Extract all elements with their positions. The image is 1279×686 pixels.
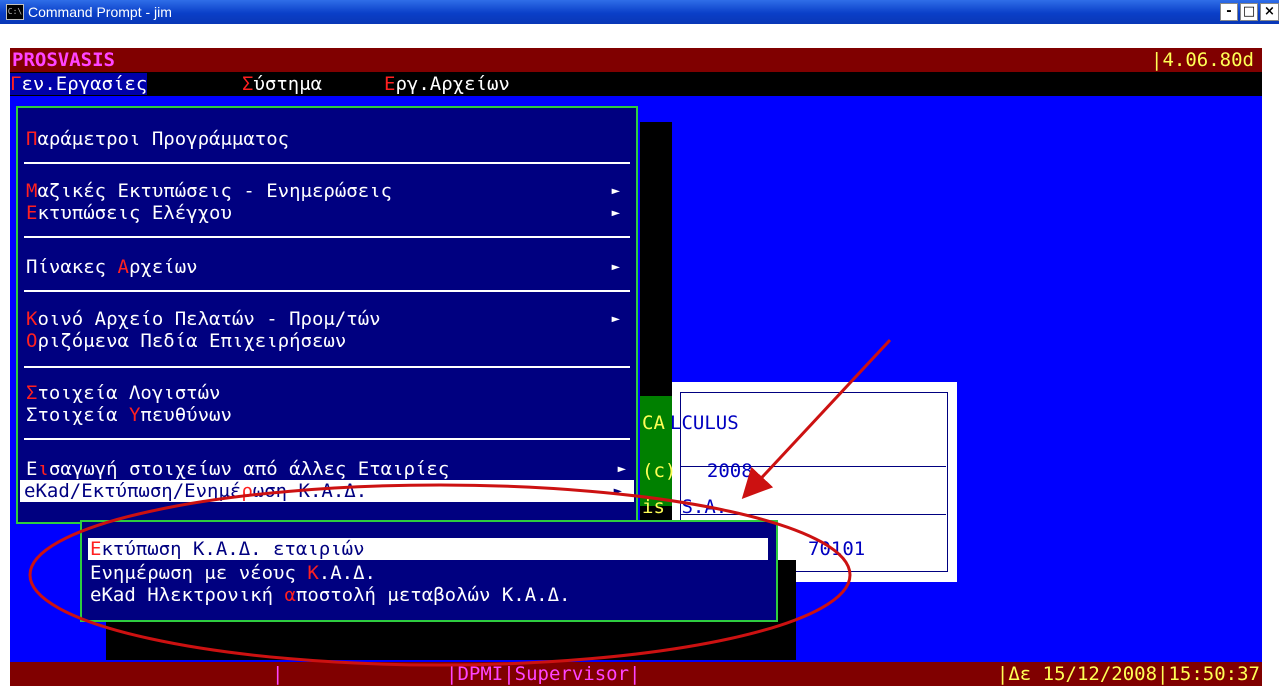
annotation-ellipse (28, 483, 852, 667)
annotation-overlay (28, 338, 892, 667)
annotation-arrow (741, 338, 892, 499)
